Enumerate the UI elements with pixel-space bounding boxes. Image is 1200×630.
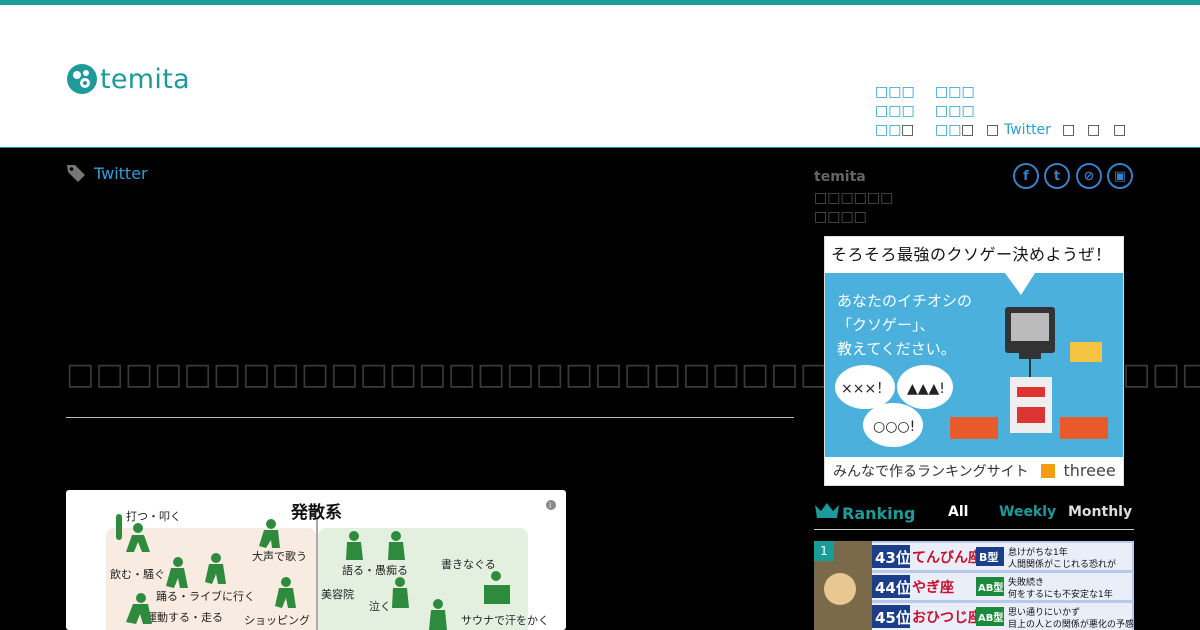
fortune-text: 目上の人との関係が悪化の予感 — [1008, 618, 1134, 630]
sidebar-description: □□□□□□ □□□□ — [814, 189, 893, 227]
site-logo[interactable]: temita — [66, 61, 190, 97]
logo-icon — [67, 64, 97, 94]
nav-glyph: □ — [1087, 122, 1101, 138]
bubble-text: ▲▲▲! — [907, 381, 945, 397]
image-label: 踊る・ライブに行く — [156, 589, 255, 603]
zodiac-sign: やぎ座 — [912, 579, 954, 596]
rank-number: 43位 — [875, 549, 911, 567]
speech-tail — [1005, 273, 1035, 295]
image-label: サウナで汗をかく — [461, 614, 549, 627]
article-tag[interactable]: Twitter — [66, 163, 148, 183]
zodiac-sign: おひつじ座 — [912, 609, 982, 626]
nav-link[interactable]: □□□ — [935, 102, 975, 121]
sidebar-desc-line: □□□□ — [814, 209, 867, 225]
tab-weekly[interactable]: Weekly — [999, 504, 1056, 520]
link-icon[interactable]: ⊘ — [1076, 163, 1102, 189]
nav-link[interactable]: □□□ — [875, 83, 915, 102]
banner-footer: みんなで作るランキングサイト threee — [825, 457, 1123, 485]
nav-glyph: □ — [1113, 122, 1127, 138]
ranking-header: Ranking All Weekly Monthly — [814, 497, 1134, 530]
image-label: 書きなぐる — [441, 557, 496, 571]
nav-link[interactable]: □□ — [875, 121, 901, 140]
kusoge-banner-ad[interactable]: そろそろ最強のクソゲー決めようぜ！ あなたのイチオシの 「クソゲー」、 教えてく… — [824, 236, 1124, 486]
horoscope-ranking-image: 43位 44位 45位 てんびん座 やぎ座 おひつじ座 B型 AB型 AB型 怠… — [814, 541, 1134, 630]
stress-relief-illustration: 発散系 i 打つ・叩く 飲む・騒ぐ 大声で歌う 踊る・ライブに行く 運動する・走… — [106, 500, 556, 630]
ranking-item-thumbnail[interactable]: 43位 44位 45位 てんびん座 やぎ座 おひつじ座 B型 AB型 AB型 怠… — [814, 541, 1134, 630]
blood-type: B型 — [979, 550, 998, 564]
blood-type: AB型 — [978, 581, 1003, 594]
nav-glyph: □ — [901, 122, 915, 138]
image-label: 美容院 — [321, 587, 354, 601]
banner-footer-text: みんなで作るランキングサイト — [833, 464, 1029, 480]
retro-console-illustration: ×××！ ▲▲▲! ○○○! — [835, 307, 1108, 447]
nav-glyph: □ — [986, 122, 1000, 138]
ranking-title: Ranking — [842, 504, 916, 523]
image-label: 泣く — [369, 599, 391, 613]
nav-glyph: □ — [961, 122, 975, 138]
image-label: ショッピング — [244, 613, 310, 627]
image-label: 飲む・騒ぐ — [110, 567, 165, 581]
blood-type: AB型 — [978, 611, 1003, 624]
nav-glyph: □ — [1062, 122, 1076, 138]
site-header: temita □□□ □□□ □□ □ □□□ □□□ □□ □ □ Twitt… — [0, 5, 1200, 148]
threee-brand: threee — [1063, 461, 1116, 480]
nav-link[interactable]: □□□ — [935, 83, 975, 102]
bag-icon[interactable]: ▣ — [1107, 163, 1133, 189]
threee-logo-icon — [1041, 464, 1056, 478]
article-image[interactable]: 発散系 i 打つ・叩く 飲む・騒ぐ 大声で歌う 踊る・ライブに行く 運動する・走… — [66, 490, 566, 630]
zodiac-sign: てんびん座 — [912, 549, 982, 566]
logo-text: temita — [100, 63, 190, 95]
ranking-position-badge: 1 — [814, 541, 834, 561]
fortune-text: 人間関係がこじれる恐れが — [1008, 558, 1116, 570]
nav-link[interactable]: □□□ — [875, 102, 915, 121]
rank-number: 44位 — [875, 579, 911, 597]
fortune-text: 何をするにも不安定な1年 — [1008, 588, 1113, 600]
headline-divider — [66, 417, 794, 418]
nav-twitter-link[interactable]: Twitter — [1004, 121, 1051, 140]
banner-headline: そろそろ最強のクソゲー決めようぜ！ — [825, 237, 1123, 273]
tag-icon — [67, 165, 85, 182]
fortune-text: 思い通りにいかず — [1008, 607, 1080, 618]
tag-label: Twitter — [94, 163, 148, 183]
tab-monthly[interactable]: Monthly — [1068, 504, 1132, 520]
bubble-text: ×××！ — [841, 381, 890, 397]
nav-link[interactable]: □□ — [935, 121, 961, 140]
facebook-icon[interactable]: f — [1013, 163, 1039, 189]
fortune-text: 失敗続き — [1008, 576, 1044, 588]
crown-icon — [815, 503, 839, 518]
image-label: 打つ・叩く — [126, 509, 181, 523]
rank-number: 45位 — [875, 609, 911, 627]
info-icon: i — [549, 501, 551, 510]
image-title: 発散系 — [290, 502, 342, 523]
sidebar-desc-line: □□□□□□ — [814, 190, 894, 206]
fortune-text: 怠けがちな1年 — [1008, 546, 1068, 558]
sidebar-title: temita — [814, 169, 866, 185]
image-label: 語る・愚痴る — [342, 563, 408, 577]
twitter-icon[interactable]: t — [1044, 163, 1070, 189]
tab-all[interactable]: All — [948, 504, 968, 520]
image-label: 運動する・走る — [146, 610, 223, 624]
image-label: 大声で歌う — [252, 549, 307, 563]
bubble-text: ○○○! — [873, 419, 915, 435]
